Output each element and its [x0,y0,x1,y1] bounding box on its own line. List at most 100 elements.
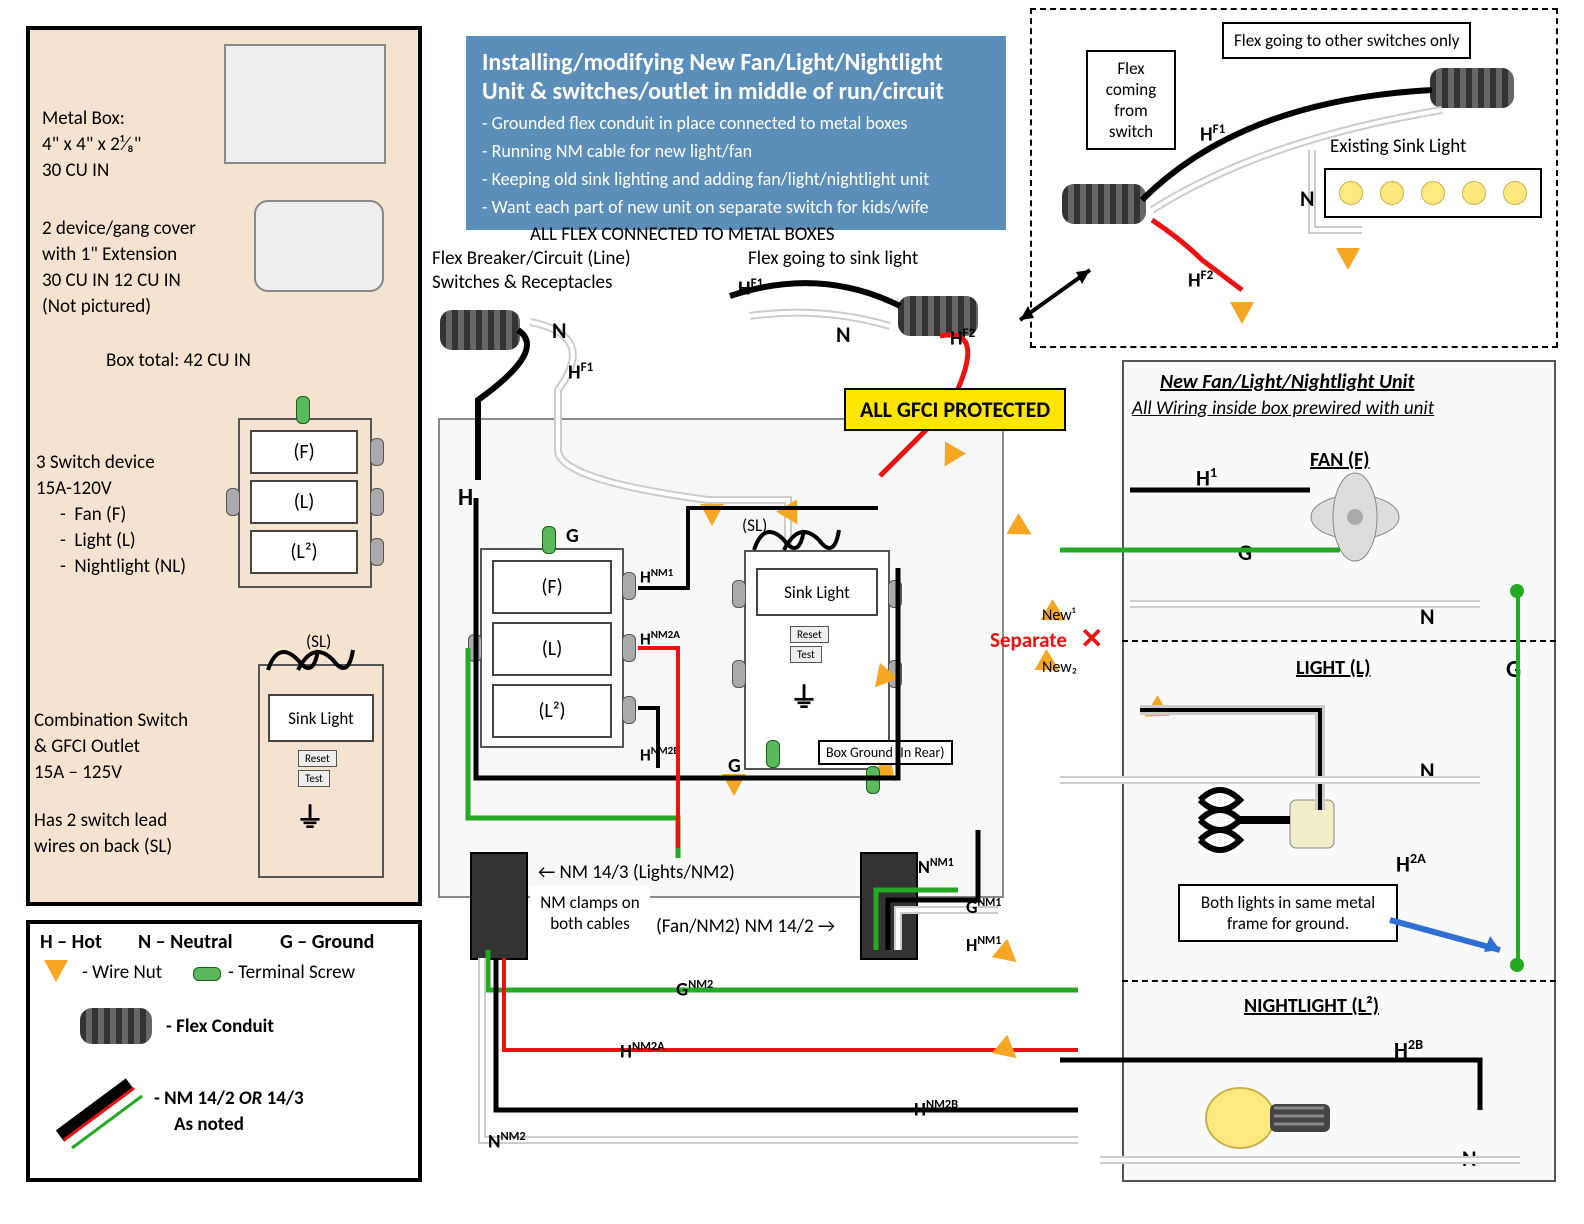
ground-screw-icon [296,396,310,424]
switch-f: (F) [250,430,358,474]
main-sw-f: (F) [492,560,612,614]
silver-screw-icon [370,438,384,466]
frame-note: Both lights in same metal frame for grou… [1178,884,1398,942]
gnm2-label: GNM2 [676,978,713,1002]
wire-hnm1: HNM1 [640,566,673,588]
cover-l4: (Not pictured) [42,296,151,319]
hnm2a-label: HNM2A [620,1040,665,1064]
outlet-icon: ⏚ [296,796,324,836]
metal-box-label: Metal Box: [42,108,125,131]
wire-hf1: HF1 [568,360,593,385]
combo-l5: wires on back (SL) [34,836,172,859]
new2-label: New₂ [1042,658,1077,677]
title-b1: - Grounded flex conduit in place connect… [482,112,990,134]
reset-button: Reset [298,750,337,767]
flex-from-switch [1062,184,1146,224]
box-total: Box total: 42 CU IN [106,350,251,373]
sl-label-main: (SL) [742,516,767,536]
ground-node [1510,584,1524,598]
ground-screw [766,740,780,768]
switch-l: (L) [250,480,358,524]
wire-n: N [552,318,567,344]
sink-switch: Sink Light [268,694,374,742]
legend-nm: - NM 14/2 OR 14/3 [154,1088,304,1111]
gang-cover-icon [254,200,384,292]
sl-label: (SL) [306,632,331,652]
terminal-screw-icon [193,967,221,981]
cover-l1: 2 device/gang cover [42,218,196,241]
flex-breaker1: Flex Breaker/Circuit (Line) [432,248,631,271]
legend-flex: - Flex Conduit [166,1016,274,1039]
silver-screw-icon [370,488,384,516]
tr-n: N [1300,186,1315,212]
sw3-item-l: - Light (L) [60,530,136,553]
silver-screw [468,634,482,662]
legend-panel [26,920,422,1182]
title-b4: - Want each part of new unit on separate… [482,196,990,218]
separate-label: Separate [990,628,1067,653]
tr-hf2: HF2 [1188,268,1213,293]
fan-g: G [1238,540,1252,566]
main-sink-switch: Sink Light [756,568,878,616]
flex-sink-label: Flex going to sink light [748,248,918,271]
wire-g: G [566,524,579,548]
unit-title1: New Fan/Light/Nightlight Unit [1160,370,1414,394]
silver-screw [622,696,636,724]
flex-other-switches [1430,68,1514,108]
nm143-label: ← NM 14/3 (Lights/NM2) [538,862,735,885]
title-line1: Installing/modifying New Fan/Light/Night… [482,48,990,77]
legend-nm2: As noted [174,1114,244,1137]
silver-screw [732,660,746,688]
main-reset: Reset [790,626,829,643]
clamp-note: NM clamps on both cables [530,886,650,940]
wirenut-icon [44,960,68,982]
flex-conduit-icon [80,1008,152,1044]
wirenut-new1 [1006,513,1037,545]
nightlight-label: NIGHTLIGHT (L²) [1244,994,1379,1018]
legend-wirenut: - Wire Nut [82,962,162,985]
light-label: LIGHT (L) [1296,656,1371,680]
wire-h: H [458,484,473,513]
combo-l2: & GFCI Outlet [34,736,140,759]
nm-clamp-left [470,852,528,960]
nnm2-label: NNM2 [488,1130,526,1154]
nnm1-label: NNM1 [918,856,954,879]
combo-l1: Combination Switch [34,710,188,733]
fan-unit-box [1122,360,1556,1182]
night-h2b: H2B [1394,1036,1423,1064]
switch-l2: (L²) [250,530,358,574]
box-ground-note: Box Ground (In Rear) [818,740,953,765]
legend-n: N – Neutral [138,930,233,954]
main-test: Test [790,646,822,663]
wire-hf2: HF2 [950,326,975,351]
fan-n: N [1420,604,1435,630]
silver-screw [888,580,902,608]
wire-hf1b: HF1 [738,276,763,301]
cover-l3: 30 CU IN 12 CU IN [42,270,181,293]
flex-other-label: Flex going to other switches only [1222,22,1471,59]
flex-line-in [440,310,520,350]
combo-l3: 15A – 125V [34,762,122,785]
ground-screw [542,526,556,554]
new1-label: New¹ [1042,606,1076,625]
night-n: N [1462,1146,1477,1172]
silver-screw-icon [226,488,240,516]
hnm2b-label: HNM2B [914,1098,958,1122]
light-n: N [1420,758,1435,784]
main-outlet: ⏚ [790,676,818,716]
silver-screw-icon [370,538,384,566]
light-g: G [1506,656,1521,685]
box-ground-screw [866,766,880,794]
wirenut [700,504,724,526]
flex-from-label: Flex coming from switch [1086,50,1176,150]
title-line2: Unit & switches/outlet in middle of run/… [482,77,990,106]
sw3-l2: 15A-120V [36,478,112,501]
fan-h1: H1 [1196,464,1217,492]
sw3-item-f: - Fan (F) [60,504,126,527]
gnm1-label: GNM1 [966,896,1001,919]
wirenut [1230,302,1254,324]
ground-node [1510,958,1524,972]
sw3-item-nl: - Nightlight (NL) [60,556,186,579]
unit-title2: All Wiring inside box prewired with unit [1132,398,1434,421]
wirenut [722,774,746,796]
